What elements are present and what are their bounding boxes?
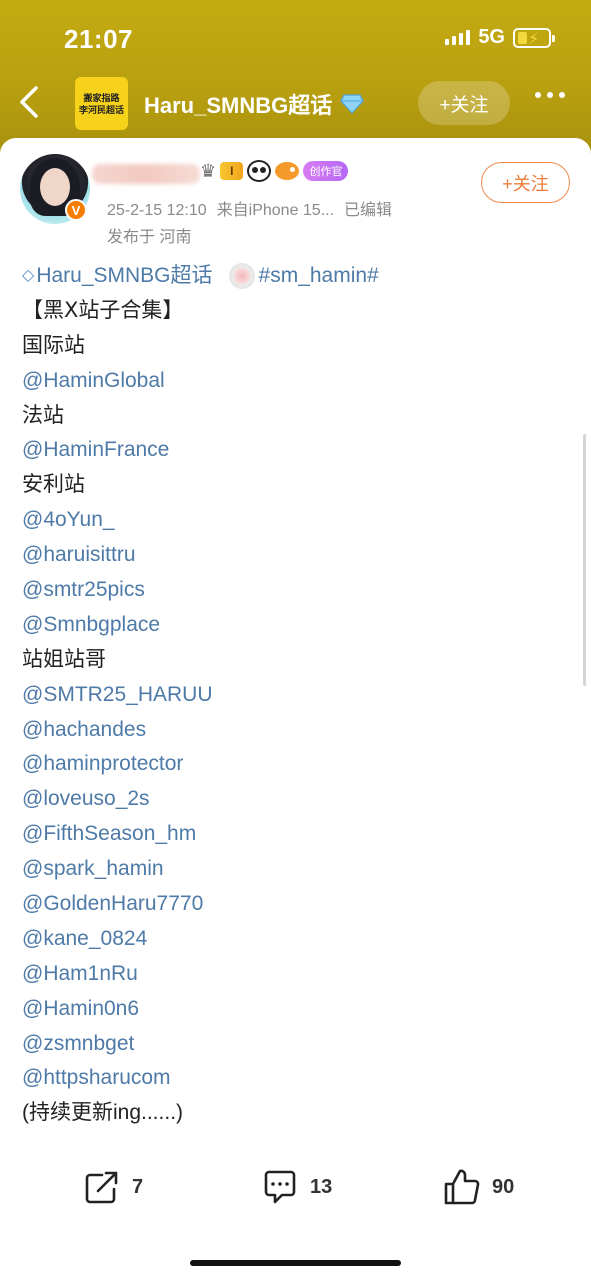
share-count: 7 <box>132 1175 144 1198</box>
battery-icon: ⚡ <box>513 27 555 48</box>
back-icon[interactable] <box>16 84 46 124</box>
share-icon <box>85 1171 118 1204</box>
mention-link[interactable]: @loveuso_2s <box>22 782 572 817</box>
creator-badge[interactable]: 创作官 <box>303 161 349 181</box>
mention-link[interactable]: @HaminGlobal <box>22 364 572 399</box>
like-button[interactable]: 90 <box>442 1167 514 1207</box>
follow-topic-button[interactable]: +关注 <box>418 81 510 125</box>
post-content: ◇ Haru_SMNBG超话 #sm_hamin# 【黑Ⅹ站子合集】 国际站 @Ha… <box>22 259 572 1131</box>
post-text-line: 国际站 <box>22 333 85 357</box>
mention-link[interactable]: @haruisittru <box>22 538 572 573</box>
mention-link[interactable]: @kane_0824 <box>22 922 572 957</box>
supertopic-logo[interactable]: 搬家指路 李河民超话 <box>75 77 128 130</box>
mention-link[interactable]: @zsmnbget <box>22 1027 572 1062</box>
scrollbar[interactable] <box>583 434 586 686</box>
hashtag-link[interactable]: #sm_hamin# <box>259 259 379 294</box>
username-blurred[interactable] <box>92 164 200 184</box>
top-header: 21:07 5G ⚡ 搬家指路 李河民超话 Haru_SMNBG超话 +关注 <box>0 0 591 150</box>
signal-icon <box>445 30 471 45</box>
panda-icon[interactable] <box>247 160 272 182</box>
thumbs-up-icon <box>444 1169 480 1205</box>
level-badge[interactable]: I <box>220 162 244 180</box>
mention-link[interactable]: @4oYun_ <box>22 503 572 538</box>
supertopic-link[interactable]: Haru_SMNBG超话 <box>36 259 212 294</box>
mention-link[interactable]: @SMTR25_HARUU <box>22 678 572 713</box>
creator-badge-label: 创作官 <box>309 166 343 178</box>
verified-icon: V <box>65 199 87 221</box>
mention-link[interactable]: @spark_hamin <box>22 852 572 887</box>
mention-link[interactable]: @FifthSeason_hm <box>22 817 572 852</box>
mention-link[interactable]: @haminprotector <box>22 747 572 782</box>
post-card: V ♛ I 创作官 25-2-15 12:10 来自iPhone 15... 已编辑… <box>0 138 591 1280</box>
post-location: 发布于 河南 <box>107 229 192 246</box>
topic-title[interactable]: Haru_SMNBG超话 <box>144 88 364 120</box>
status-time: 21:07 <box>64 24 133 54</box>
mention-link[interactable]: @smtr25pics <box>22 573 572 608</box>
post-meta: 25-2-15 12:10 来自iPhone 15... 已编辑 <box>107 196 392 220</box>
mention-link[interactable]: @Hamin0n6 <box>22 992 572 1027</box>
more-icon[interactable] <box>535 92 565 98</box>
post-text-line: 法站 <box>22 403 64 427</box>
topic-title-text: Haru_SMNBG超话 <box>144 93 333 118</box>
post-text-line: 【黑Ⅹ站子合集】 <box>22 298 184 322</box>
topic-row: ◇ Haru_SMNBG超话 #sm_hamin# <box>22 259 572 294</box>
mention-link[interactable]: @Ham1nRu <box>22 957 572 992</box>
mention-link[interactable]: @Smnbgplace <box>22 608 572 643</box>
supertopic-icon: ◇ <box>22 267 35 284</box>
network-label: 5G <box>478 26 505 48</box>
post-timestamp: 25-2-15 12:10 <box>107 202 207 219</box>
like-count: 90 <box>492 1175 515 1198</box>
fish-icon[interactable] <box>275 162 300 180</box>
logo-line2: 李河民超话 <box>78 104 124 115</box>
follow-user-button[interactable]: +关注 <box>481 162 570 203</box>
comment-icon <box>264 1170 296 1204</box>
mention-link[interactable]: @hachandes <box>22 713 572 748</box>
post-text-line: (持续更新ing......) <box>22 1101 184 1125</box>
hashtag-icon <box>228 263 255 290</box>
post-source[interactable]: 来自iPhone 15... <box>217 202 334 219</box>
logo-line1: 搬家指路 <box>83 92 120 103</box>
home-indicator[interactable] <box>190 1260 401 1266</box>
mention-link[interactable]: @GoldenHaru7770 <box>22 887 572 922</box>
comment-count: 13 <box>310 1175 333 1198</box>
user-badges: ♛ I 创作官 <box>200 160 349 182</box>
post-text-line: 安利站 <box>22 473 85 497</box>
mention-link[interactable]: @httpsharucom <box>22 1061 572 1096</box>
comment-button[interactable]: 13 <box>260 1167 332 1207</box>
edited-label[interactable]: 已编辑 <box>344 202 392 219</box>
share-button[interactable]: 7 <box>82 1167 143 1207</box>
post-text-line: 站姐站哥 <box>22 647 106 671</box>
status-icons: 5G ⚡ <box>445 26 555 49</box>
diamond-icon <box>340 94 364 114</box>
crown-icon: ♛ <box>200 160 217 181</box>
post-lines: 【黑Ⅹ站子合集】 国际站 @HaminGlobal 法站 @HaminFrance 安利站… <box>22 294 572 1131</box>
mention-link[interactable]: @HaminFrance <box>22 433 572 468</box>
